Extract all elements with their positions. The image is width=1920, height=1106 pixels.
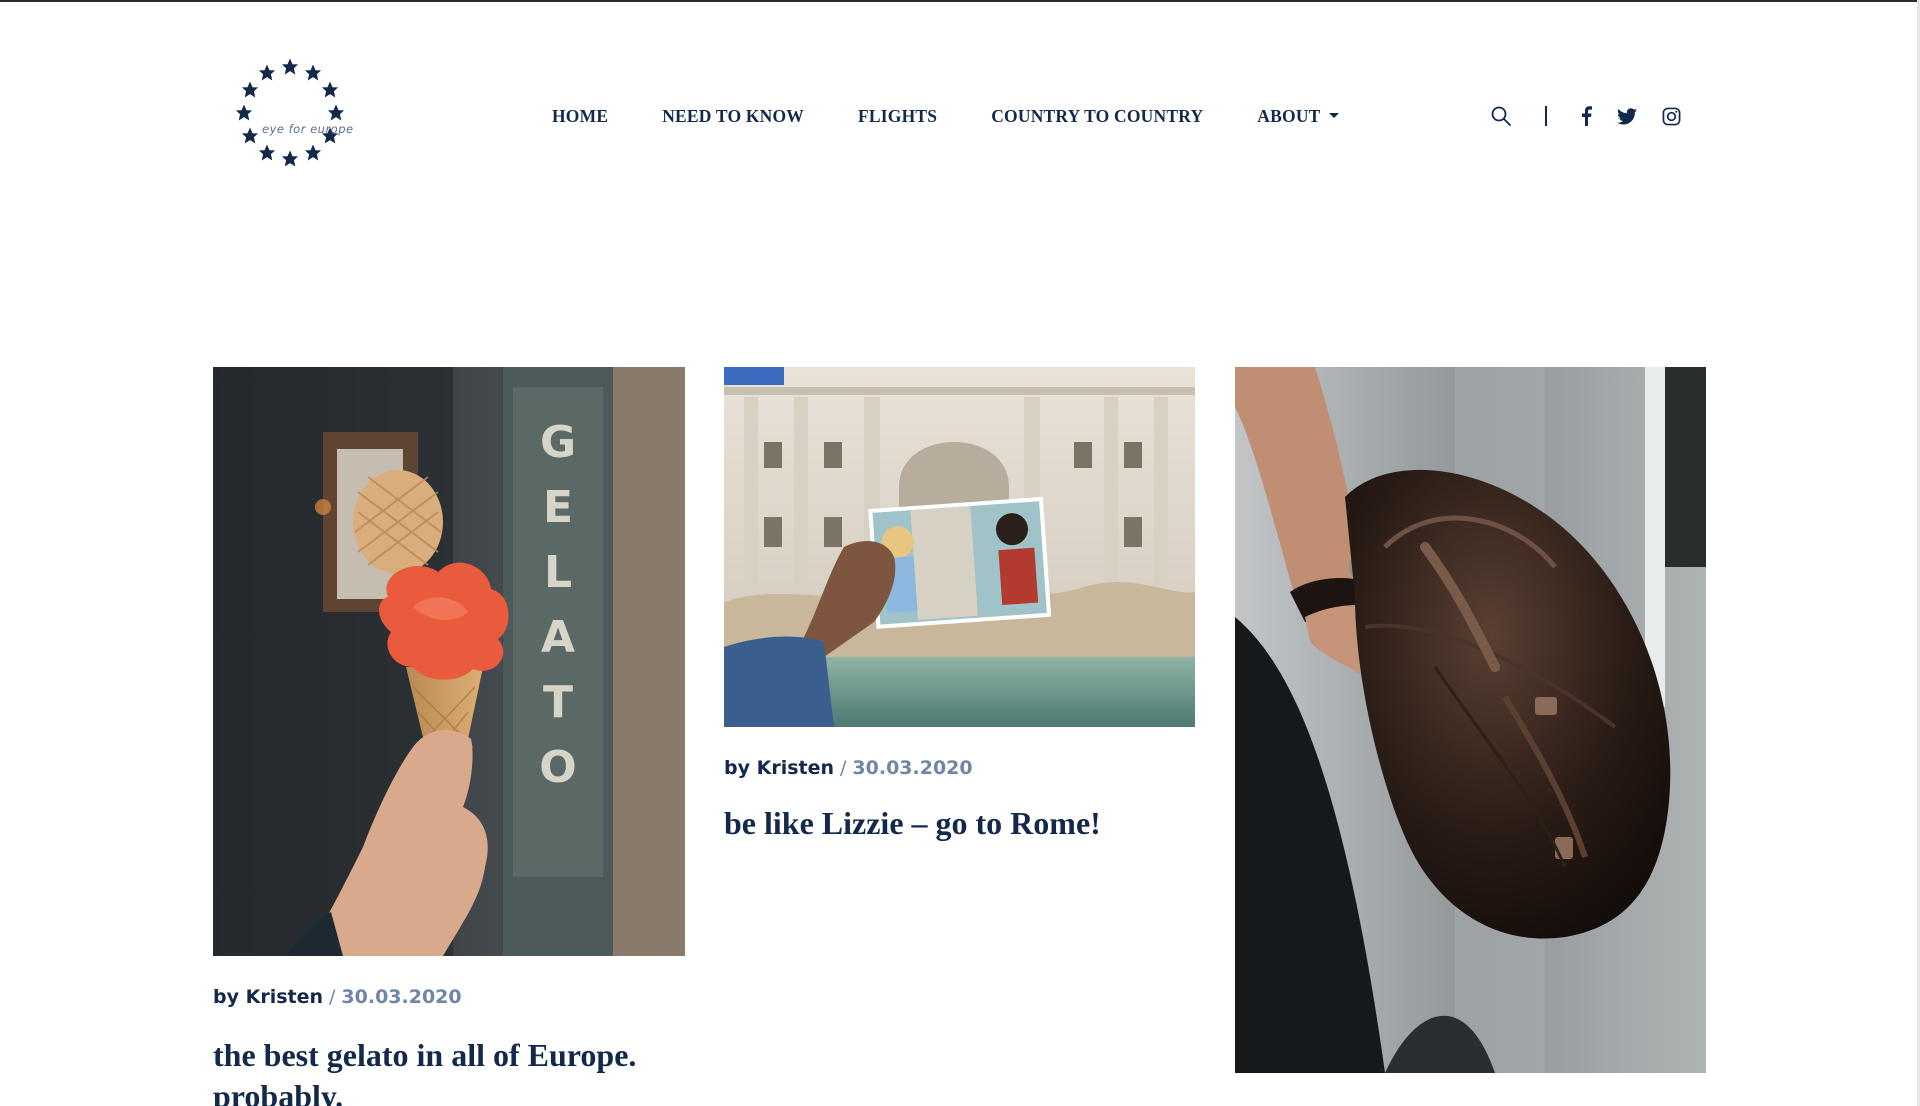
nav-flights-label: FLIGHTS	[858, 105, 938, 126]
nav-about-label: ABOUT	[1257, 105, 1321, 126]
post-meta: by Kristen /30.03.2020	[724, 757, 973, 779]
nav-country-to-country[interactable]: COUNTRY TO COUNTRY	[991, 106, 1203, 127]
top-border	[0, 0, 1920, 2]
post-title[interactable]: be like Lizzie – go to Rome!	[724, 803, 1195, 844]
nav-home-label: HOME	[552, 105, 609, 126]
post-title-line: the best gelato in all of Europe.	[213, 1037, 637, 1073]
twitter-icon[interactable]	[1617, 107, 1637, 125]
facebook-icon[interactable]	[1580, 106, 1592, 126]
post-image-rome[interactable]	[724, 367, 1195, 727]
svg-text:O: O	[539, 742, 576, 793]
chevron-down-icon	[1328, 112, 1339, 118]
header-tools	[1490, 104, 1681, 128]
svg-text:A: A	[541, 612, 575, 663]
post-title-line: probably.	[213, 1078, 344, 1106]
leather-bag-photo	[1235, 367, 1706, 1073]
post-meta: by Kristen /30.03.2020	[213, 986, 462, 1008]
post-card	[1235, 367, 1706, 1073]
gelato-photo: G E L A T O	[213, 367, 685, 956]
post-author[interactable]: by Kristen	[213, 986, 323, 1008]
main-nav: HOME NEED TO KNOW FLIGHTS COUNTRY TO COU…	[552, 105, 1339, 127]
site-logo[interactable]: eye for europe	[232, 55, 354, 175]
trevi-fountain-photo	[724, 367, 1195, 727]
nav-home[interactable]: HOME	[552, 106, 608, 127]
post-card: G E L A T O by Kristen / 30.03.2020 the …	[213, 367, 685, 1106]
nav-need-to-know-label: NEED TO KNOW	[662, 105, 805, 126]
svg-text:T: T	[543, 677, 573, 728]
nav-need-to-know[interactable]: NEED TO KNOW	[662, 106, 804, 127]
post-date[interactable]: 30.03.2020	[341, 986, 461, 1008]
post-image-bag[interactable]	[1235, 367, 1706, 1073]
nav-flights[interactable]: FLIGHTS	[858, 106, 937, 127]
svg-text:E: E	[543, 482, 573, 533]
star-ring-icon	[235, 58, 345, 167]
meta-separator: /	[329, 986, 336, 1008]
search-icon[interactable]	[1490, 105, 1512, 127]
nav-about[interactable]: ABOUT	[1257, 105, 1339, 127]
post-card: by Kristen /30.03.2020 be like Lizzie – g…	[724, 367, 1195, 847]
post-title[interactable]: the best gelato in all of Europe. probab…	[213, 1035, 685, 1106]
header-divider	[1545, 106, 1547, 126]
post-title-line: be like Lizzie – go to Rome!	[724, 805, 1101, 841]
nav-country-to-country-label: COUNTRY TO COUNTRY	[991, 105, 1204, 126]
instagram-icon[interactable]	[1662, 107, 1681, 126]
post-author[interactable]: by Kristen	[724, 757, 834, 779]
svg-text:G: G	[540, 417, 576, 468]
logo-wordmark: eye for europe	[262, 122, 354, 136]
svg-text:L: L	[544, 547, 572, 598]
post-date[interactable]: 30.03.2020	[852, 757, 972, 779]
meta-separator: /	[840, 757, 847, 779]
post-image-gelato[interactable]: G E L A T O	[213, 367, 685, 956]
